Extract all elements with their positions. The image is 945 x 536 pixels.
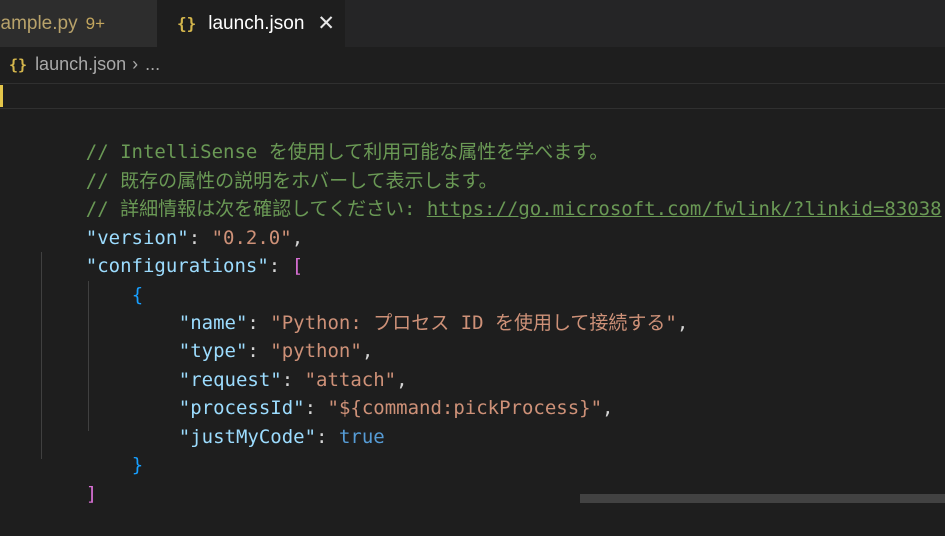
json-file-icon: {} xyxy=(9,55,28,74)
tab-bar: sample.py 9+ {} launch.json ✕ xyxy=(0,0,945,47)
current-line-highlight xyxy=(0,83,945,109)
code-line: "name": "Python: プロセス ID を使用して接続する", xyxy=(178,312,689,334)
horizontal-scrollbar[interactable] xyxy=(580,494,945,503)
tab-launch-json[interactable]: {} launch.json ✕ xyxy=(157,0,345,47)
json-value: true xyxy=(338,426,385,448)
close-icon[interactable]: ✕ xyxy=(317,11,335,36)
code-line: ] xyxy=(40,452,97,505)
code-line: // 既存の属性の説明をホバーして表示します。 xyxy=(40,139,498,192)
code-line: "request": "attach", xyxy=(178,369,408,391)
code-line: "justMyCode": true xyxy=(178,426,385,448)
close-brace: } xyxy=(131,454,144,476)
json-file-icon: {} xyxy=(177,14,197,33)
docs-link[interactable]: https://go.microsoft.com/fwlink/?linkid=… xyxy=(427,198,942,220)
code-line: "type": "python", xyxy=(178,340,374,362)
open-bracket: [ xyxy=(291,255,304,277)
tab-label: sample.py xyxy=(0,12,78,34)
code-editor[interactable]: // IntelliSense を使用して利用可能な属性を学べます。 // 既存… xyxy=(0,82,945,505)
tab-sample-py[interactable]: sample.py 9+ xyxy=(0,0,157,47)
close-bracket: ] xyxy=(85,483,98,505)
code-line: } xyxy=(86,423,143,476)
code-line: // IntelliSense を使用して利用可能な属性を学べます。 xyxy=(40,110,609,163)
code-line: { xyxy=(86,253,143,306)
breadcrumb-item-more[interactable]: ... xyxy=(145,54,160,75)
matched-bracket-marker xyxy=(0,85,3,107)
problems-badge: 9+ xyxy=(85,13,105,33)
breadcrumb-item-file[interactable]: launch.json xyxy=(35,54,126,75)
code-line: // 詳細情報は次を確認してください: https://go.microsoft… xyxy=(40,167,942,220)
code-line: "version": "0.2.0", xyxy=(85,227,304,249)
code-line: "configurations": [ xyxy=(85,255,304,277)
tab-label: launch.json xyxy=(208,12,305,34)
breadcrumb: {} launch.json › ... xyxy=(0,47,945,82)
json-key: "justMyCode" xyxy=(178,426,317,448)
chevron-right-icon: › xyxy=(132,54,139,74)
code-line: "processId": "${command:pickProcess}", xyxy=(178,397,614,419)
